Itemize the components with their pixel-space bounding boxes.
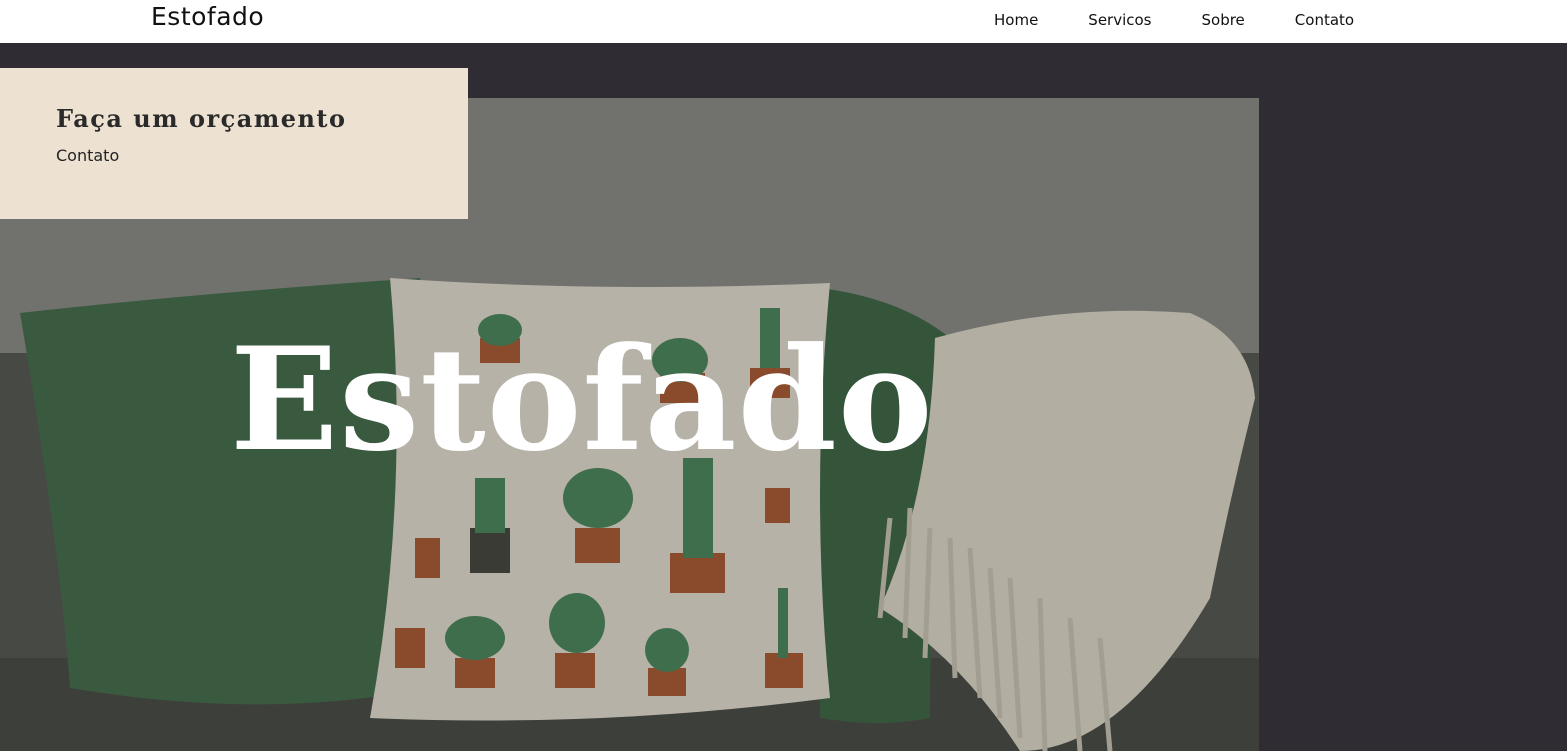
main-nav: Home Servicos Sobre Contato [994, 0, 1354, 43]
quote-card-title: Faça um orçamento [56, 104, 347, 133]
quote-card-contato-link[interactable]: Contato [56, 146, 119, 165]
brand-logo-link[interactable]: Estofado [151, 2, 264, 31]
top-navbar: Estofado Home Servicos Sobre Contato [0, 0, 1567, 43]
hero-title: Estofado [230, 317, 934, 483]
nav-link-home[interactable]: Home [994, 11, 1038, 29]
nav-link-contato[interactable]: Contato [1295, 11, 1354, 29]
nav-link-servicos[interactable]: Servicos [1088, 11, 1151, 29]
nav-link-sobre[interactable]: Sobre [1202, 11, 1245, 29]
quote-card: Faça um orçamento Contato [0, 68, 468, 219]
